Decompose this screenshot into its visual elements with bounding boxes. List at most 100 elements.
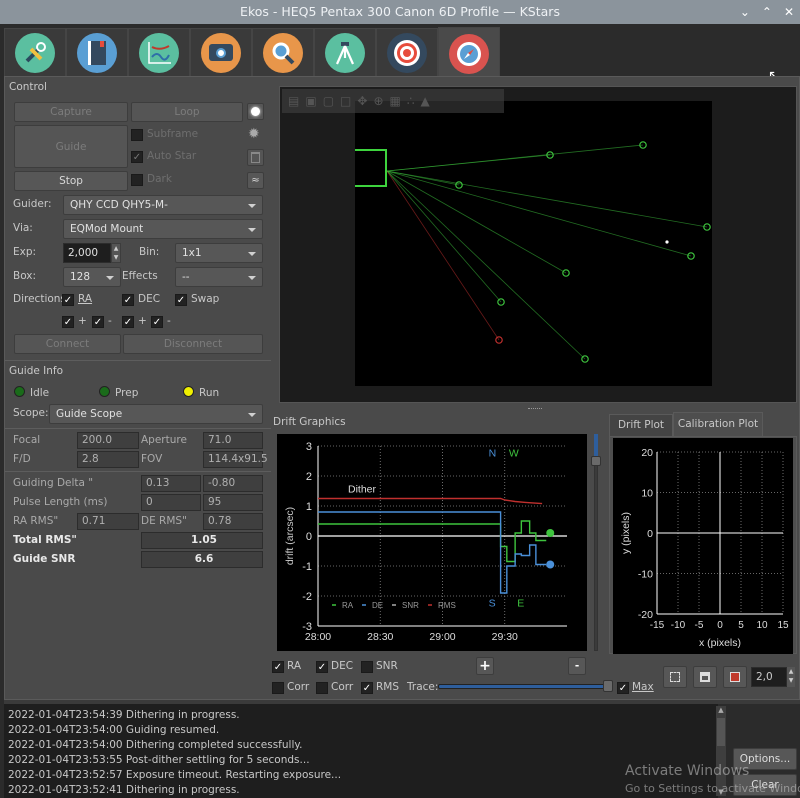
plot-scale-spinner[interactable]: ▲ ▼	[787, 667, 795, 687]
y-axis-label: y (pixels)	[620, 512, 632, 554]
zoom-fit-icon[interactable]: □	[340, 94, 351, 108]
guider-label: Guider:	[13, 198, 52, 210]
ra-corr-checkbox[interactable]	[272, 682, 284, 694]
scope-select[interactable]: Guide Scope	[49, 404, 263, 424]
ra-direction-checkbox[interactable]: ✓	[62, 294, 74, 306]
aperture-value: 71.0	[203, 432, 263, 449]
busy-spinner-icon: ✹	[248, 126, 260, 142]
tab-capture[interactable]	[190, 28, 252, 76]
clear-plot-button[interactable]	[723, 666, 747, 688]
save-plot-button[interactable]	[693, 666, 717, 688]
rms-plot-checkbox[interactable]: ✓	[361, 682, 373, 694]
zoom-in-icon[interactable]: ▤	[288, 94, 299, 108]
calibration-plot[interactable]: -20 -10 0 10 20 -15 -10 -5 0 5 10 15 x (pixels) y (pi…	[613, 438, 793, 654]
scroll-down-icon[interactable]: ▼	[716, 788, 726, 796]
zoom-out-button[interactable]: -	[568, 657, 586, 675]
zoom-default-icon[interactable]: ▢	[323, 94, 334, 108]
maximize-icon[interactable]: ⌃	[762, 0, 772, 24]
trace-slider[interactable]	[438, 684, 610, 689]
snr-plot-checkbox[interactable]	[361, 661, 373, 673]
window-title: Ekos - HEQ5 Pentax 300 Canon 6D Profile …	[240, 4, 560, 19]
module-tab-bar: ↖	[0, 24, 800, 84]
focal-label: Focal	[13, 434, 41, 446]
drift-graphics-title: Drift Graphics	[273, 416, 346, 428]
compass-icon	[449, 33, 489, 74]
dark-library-button[interactable]: ≈	[247, 172, 264, 189]
autoscale-button[interactable]	[663, 666, 687, 688]
drift-vertical-slider[interactable]	[591, 434, 601, 651]
tab-align[interactable]	[376, 28, 438, 76]
autostar-checkbox[interactable]: ✓	[131, 151, 143, 163]
connect-button[interactable]: Connect	[14, 334, 121, 354]
tab-scheduler[interactable]	[66, 28, 128, 76]
tab-guide[interactable]	[438, 27, 500, 79]
via-label: Via:	[13, 222, 33, 234]
tab-mount[interactable]	[314, 28, 376, 76]
guider-select[interactable]: QHY CCD QHY5-M-	[63, 195, 263, 215]
guide-frame-view[interactable]: ▤ ▣ ▢ □ ✥ ⊕ ▦ ∴ ▲	[279, 86, 797, 403]
x-tick-label: 29:00	[429, 631, 455, 643]
tab-setup[interactable]	[4, 28, 66, 76]
clear-calibration-button[interactable]	[247, 149, 264, 166]
dec-minus-checkbox[interactable]: ✓	[151, 316, 163, 328]
clear-log-button[interactable]: Clear	[733, 774, 797, 796]
minimize-icon[interactable]: ⌄	[740, 0, 750, 24]
snr-plot-label: SNR	[376, 660, 398, 672]
ra-minus-label: -	[108, 315, 112, 327]
legend-entry: RA	[342, 601, 354, 610]
tab-focus[interactable]	[252, 28, 314, 76]
y-tick-label: -1	[302, 561, 312, 573]
y-tick-label: 0	[647, 528, 653, 540]
plot-scale-input[interactable]: 2,0	[751, 667, 787, 687]
target-icon	[387, 32, 427, 73]
ra-direction-label: RA	[78, 293, 93, 305]
disconnect-button[interactable]: Disconnect	[123, 334, 263, 354]
capture-button[interactable]: Capture	[14, 102, 128, 122]
dec-plus-checkbox[interactable]: ✓	[122, 316, 134, 328]
options-button[interactable]: Options...	[733, 748, 797, 770]
box-select[interactable]: 128	[63, 267, 121, 287]
guide-button[interactable]: Guide	[14, 125, 128, 168]
drift-graph[interactable]: -3 -2 -1 0 1 2 3 28:00 28:30 29:00 29:30 drift (arc…	[277, 434, 587, 651]
stop-button[interactable]: Stop	[14, 171, 128, 191]
trace-slider-handle[interactable]	[603, 680, 613, 692]
log-scrollbar[interactable]: ▲ ▼	[716, 706, 726, 796]
splitter-handle[interactable]	[528, 408, 542, 411]
x-tick-label: -15	[650, 620, 665, 631]
dec-direction-checkbox[interactable]: ✓	[122, 294, 134, 306]
exposure-spinner[interactable]: ▲ ▼	[111, 243, 121, 263]
ra-plus-checkbox[interactable]: ✓	[62, 316, 74, 328]
subframe-label: Subframe	[147, 128, 199, 140]
wave-icon: ≈	[251, 175, 260, 186]
swap-checkbox[interactable]: ✓	[175, 294, 187, 306]
slider-handle[interactable]	[591, 456, 601, 466]
log-line: 2022-01-04T23:53:55 Post-dither settling…	[8, 754, 310, 766]
y-tick-label: -2	[302, 591, 312, 603]
tab-calibration-plot[interactable]: Calibration Plot	[673, 412, 763, 436]
tab-drift-plot[interactable]: Drift Plot	[609, 414, 673, 436]
delta-de-value: -0.80	[203, 475, 263, 492]
exposure-input[interactable]: 2,000	[63, 243, 111, 263]
fd-value: 2.8	[77, 451, 139, 468]
zoom-in-button[interactable]: +	[476, 657, 494, 675]
scroll-up-icon[interactable]: ▲	[716, 706, 726, 714]
y-tick-label: 20	[641, 447, 653, 459]
loop-button[interactable]: Loop	[131, 102, 243, 122]
x-tick-label: -10	[671, 620, 686, 631]
guide-star-button[interactable]	[247, 103, 264, 120]
effects-select[interactable]: --	[175, 267, 263, 287]
x-tick-label: 0	[717, 620, 723, 631]
ra-minus-checkbox[interactable]: ✓	[92, 316, 104, 328]
close-icon[interactable]: ✕	[784, 0, 794, 24]
zoom-out-icon[interactable]: ▣	[305, 94, 316, 108]
scrollbar-thumb[interactable]	[717, 718, 725, 746]
subframe-checkbox[interactable]	[131, 129, 143, 141]
bin-select[interactable]: 1x1	[175, 243, 263, 263]
tab-analyze[interactable]	[128, 28, 190, 76]
dec-plot-checkbox[interactable]: ✓	[316, 661, 328, 673]
dark-checkbox[interactable]	[131, 174, 143, 186]
dec-corr-checkbox[interactable]	[316, 682, 328, 694]
via-select[interactable]: EQMod Mount	[63, 219, 263, 239]
max-checkbox[interactable]: ✓	[617, 682, 629, 694]
ra-plot-checkbox[interactable]: ✓	[272, 661, 284, 673]
